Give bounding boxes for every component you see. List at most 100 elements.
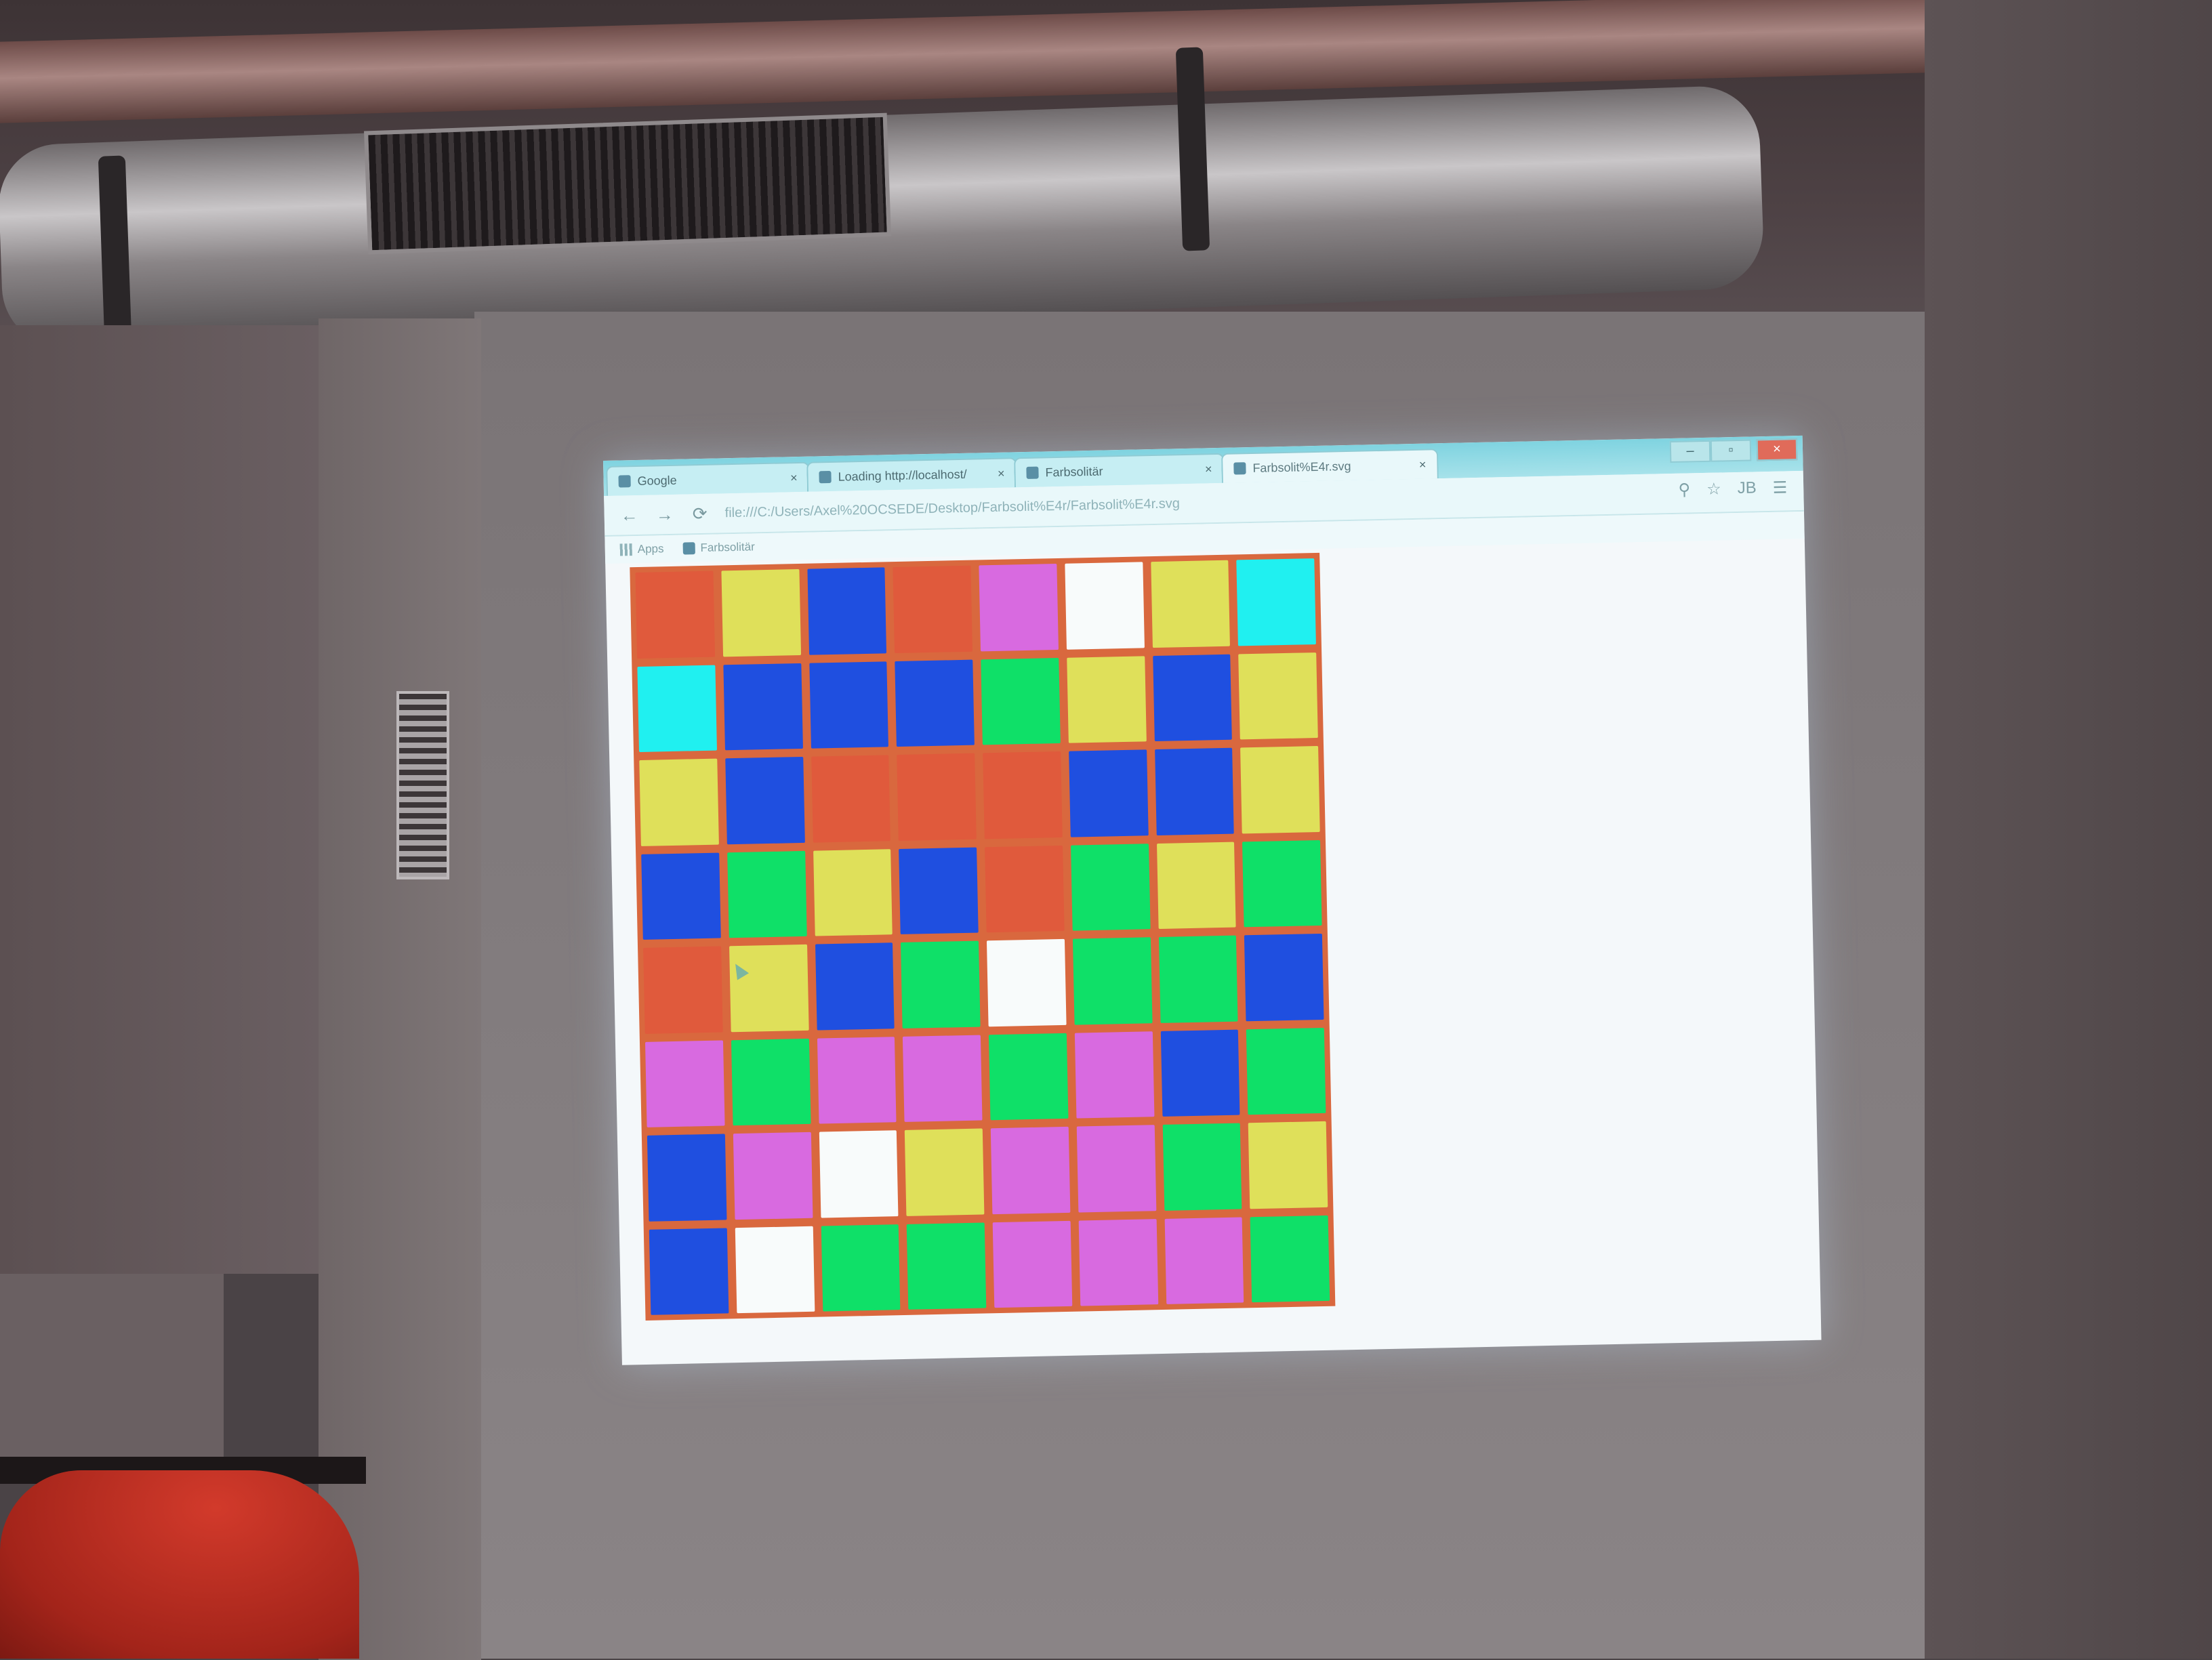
google-favicon-icon [618, 475, 631, 488]
board-cell-magenta[interactable] [979, 564, 1059, 651]
bookmark-label: Apps [637, 542, 664, 556]
board-cell-yellow[interactable] [639, 758, 719, 846]
board-cell-red[interactable] [897, 753, 977, 841]
board-cell-red[interactable] [635, 570, 715, 659]
board-cell-red[interactable] [985, 845, 1065, 933]
red-armchair [0, 1470, 359, 1659]
board-cell-magenta[interactable] [644, 1039, 725, 1127]
board-cell-green[interactable] [731, 1038, 811, 1126]
board-cell-green[interactable] [988, 1033, 1069, 1121]
bookmark-star-icon[interactable]: ☆ [1706, 479, 1721, 499]
board-cell-magenta[interactable] [992, 1220, 1073, 1308]
document-favicon-icon [1026, 466, 1039, 479]
document-favicon-icon [1233, 462, 1246, 475]
board-cell-green[interactable] [981, 657, 1061, 745]
board-cell-blue[interactable] [647, 1134, 727, 1222]
board-cell-yellow[interactable] [1240, 745, 1320, 833]
board-cell-yellow[interactable] [905, 1128, 985, 1216]
board-cell-green[interactable] [1162, 1123, 1242, 1211]
board-cell-blue[interactable] [895, 659, 975, 747]
close-window-button[interactable]: × [1756, 438, 1798, 461]
board-cell-yellow[interactable] [1156, 842, 1236, 929]
board-cell-magenta[interactable] [817, 1036, 897, 1124]
minimize-button[interactable]: – [1669, 440, 1711, 463]
profile-badge[interactable]: JB [1737, 478, 1757, 499]
board-cell-magenta[interactable] [1074, 1031, 1154, 1119]
board-cell-blue[interactable] [649, 1227, 729, 1315]
bookmark-farbsolitaer[interactable]: Farbsolitär [682, 540, 755, 555]
board-cell-magenta[interactable] [990, 1126, 1071, 1214]
bookmark-apps[interactable]: Apps [619, 542, 664, 556]
board-cell-blue[interactable] [1154, 747, 1234, 835]
board-cell-yellow[interactable] [813, 848, 893, 936]
board-cell-red[interactable] [811, 755, 891, 843]
back-arrow-icon[interactable]: ← [617, 504, 641, 526]
board-cell-cyan[interactable] [1236, 558, 1316, 646]
board-cell-blue[interactable] [641, 852, 721, 940]
tab-farbsolitaer[interactable]: Farbsolitär × [1014, 453, 1225, 488]
board-cell-magenta[interactable] [733, 1132, 813, 1220]
board-cell-blue[interactable] [723, 663, 803, 751]
forward-arrow-icon[interactable]: → [653, 503, 676, 525]
board-cell-green[interactable] [1070, 843, 1151, 931]
apps-grid-icon [619, 543, 632, 556]
tab-close-icon[interactable]: × [1205, 462, 1212, 476]
board-cell-magenta[interactable] [1078, 1218, 1158, 1306]
board-cell-green[interactable] [726, 850, 807, 938]
tab-label: Loading http://localhost/ [838, 467, 967, 484]
board-cell-magenta[interactable] [1076, 1125, 1156, 1213]
board-cell-cyan[interactable] [637, 665, 717, 752]
board-cell-white[interactable] [1065, 562, 1145, 650]
board-cell-white[interactable] [986, 938, 1067, 1026]
left-wall [0, 325, 319, 1274]
board-cell-blue[interactable] [1068, 749, 1149, 837]
tab-label: Farbsolit%E4r.svg [1252, 459, 1351, 475]
board-cell-green[interactable] [1158, 935, 1238, 1023]
board-cell-yellow[interactable] [1248, 1121, 1328, 1209]
board-cell-red[interactable] [643, 946, 723, 1034]
tab-close-icon[interactable]: × [1419, 457, 1427, 472]
board-cell-green[interactable] [821, 1224, 901, 1312]
board-cell-blue[interactable] [1244, 933, 1324, 1021]
board-cell-red[interactable] [893, 565, 973, 653]
search-icon[interactable]: ⚲ [1678, 480, 1690, 499]
board-cell-white[interactable] [819, 1130, 899, 1218]
board-cell-blue[interactable] [724, 756, 805, 844]
board-cell-green[interactable] [1246, 1027, 1326, 1115]
wall-vent [396, 691, 449, 879]
tab-svg-active[interactable]: Farbsolit%E4r.svg × [1221, 449, 1439, 483]
board-cell-green[interactable] [901, 940, 981, 1029]
board-cell-red[interactable] [983, 751, 1063, 839]
board-cell-yellow[interactable] [1150, 560, 1231, 648]
board-cell-blue[interactable] [806, 567, 887, 655]
tab-loading[interactable]: Loading http://localhost/ × [806, 457, 1017, 492]
board-cell-white[interactable] [735, 1226, 815, 1314]
board-cell-blue[interactable] [1160, 1029, 1240, 1117]
tab-close-icon[interactable]: × [790, 471, 798, 485]
board-cell-green[interactable] [1242, 839, 1322, 928]
board-cell-yellow[interactable] [1238, 652, 1318, 740]
ceiling-vent-grille [364, 112, 891, 255]
tab-google[interactable]: Google × [606, 461, 811, 496]
board-cell-magenta[interactable] [903, 1035, 983, 1122]
tab-close-icon[interactable]: × [998, 466, 1005, 480]
board-cell-green[interactable] [1250, 1215, 1330, 1303]
board-cell-green[interactable] [1072, 937, 1153, 1025]
board-cell-blue[interactable] [1152, 654, 1233, 742]
board-cell-yellow[interactable] [721, 568, 801, 657]
board-cell-yellow[interactable] [1066, 655, 1147, 743]
bookmark-folder-icon [682, 542, 695, 555]
board-cell-magenta[interactable] [1164, 1216, 1244, 1304]
board-cell-blue[interactable] [815, 942, 895, 1031]
reload-icon[interactable]: ⟳ [688, 503, 712, 524]
menu-icon[interactable]: ☰ [1772, 478, 1787, 497]
board-cell-blue[interactable] [808, 661, 889, 749]
right-wall [1925, 0, 2212, 1659]
tab-label: Google [637, 473, 677, 488]
wall-ledge [0, 1274, 224, 1477]
board-cell-blue[interactable] [899, 847, 979, 934]
game-board [630, 552, 1336, 1321]
board-cell-green[interactable] [906, 1222, 987, 1310]
board-cell-yellow[interactable] [729, 944, 809, 1032]
maximize-button[interactable]: ▫ [1710, 439, 1752, 462]
